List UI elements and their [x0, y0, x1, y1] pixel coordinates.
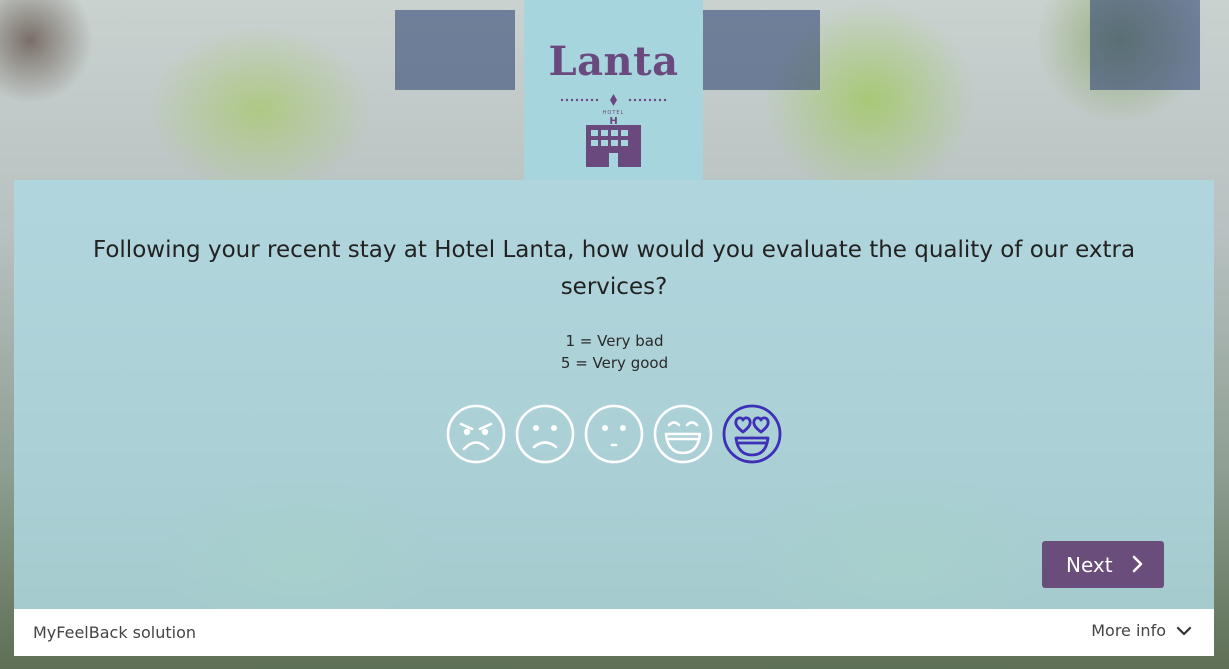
- footer-bar: MyFeelBack solution More info: [14, 609, 1214, 656]
- logo-building-letter: H: [609, 116, 617, 127]
- angry-face-icon[interactable]: [445, 403, 507, 465]
- next-label: Next: [1066, 553, 1113, 577]
- hotel-logo: Lanta HOTEL H: [524, 0, 703, 180]
- survey-question: Following your recent stay at Hotel Lant…: [92, 237, 1136, 300]
- chevron-right-icon: [1132, 555, 1143, 573]
- scale-high-label: 5 = Very good: [560, 354, 669, 372]
- next-button[interactable]: Next: [1042, 541, 1164, 588]
- footer-brand: MyFeelBack solution: [33, 623, 197, 642]
- scale-legend: 1 = Very bad 5 = Very good: [0, 330, 1229, 374]
- more-info-toggle[interactable]: More info: [1091, 621, 1192, 640]
- scale-low-label: 1 = Very bad: [565, 332, 664, 350]
- sad-face-icon[interactable]: [514, 403, 576, 465]
- hotel-building-icon: HOTEL H: [560, 94, 667, 167]
- more-info-label: More info: [1091, 621, 1166, 640]
- rating-faces: [445, 403, 785, 465]
- chevron-down-icon: [1176, 626, 1192, 635]
- neutral-face-icon[interactable]: [583, 403, 645, 465]
- heart-eyes-face-icon[interactable]: [721, 403, 783, 465]
- happy-face-icon[interactable]: [652, 403, 714, 465]
